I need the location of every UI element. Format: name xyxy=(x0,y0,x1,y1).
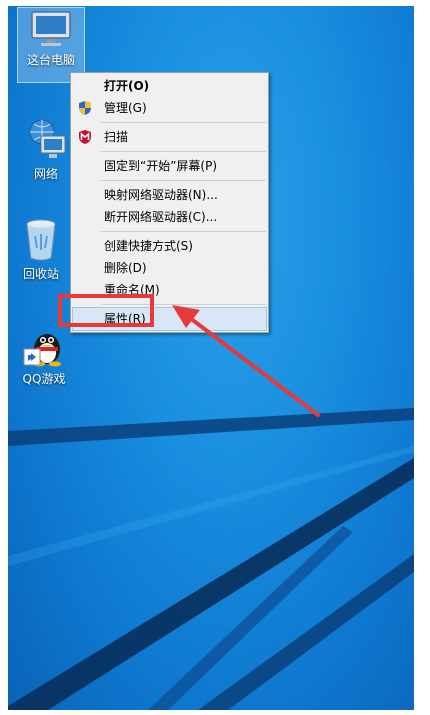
annotation-arrow xyxy=(172,305,320,417)
